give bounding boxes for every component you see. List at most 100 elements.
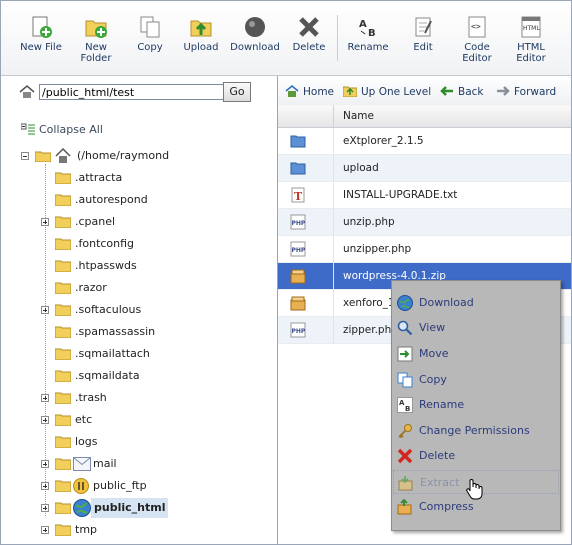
expand-toggle[interactable] bbox=[41, 416, 49, 424]
go-button[interactable]: Go bbox=[223, 82, 251, 102]
folder-icon bbox=[55, 370, 71, 382]
up-one-level-label: Up One Level bbox=[361, 86, 432, 98]
html-editor-button[interactable]: HTML HTML Editor bbox=[503, 11, 559, 71]
collapse-all-button[interactable]: Collapse All bbox=[21, 123, 103, 136]
view-icon bbox=[397, 320, 413, 336]
svg-text:B: B bbox=[405, 405, 410, 413]
menu-item-view[interactable]: View bbox=[393, 316, 559, 340]
edit-label: Edit bbox=[413, 42, 433, 53]
upload-label: Upload bbox=[183, 42, 219, 53]
open-folder-icon bbox=[35, 151, 51, 162]
row-separator bbox=[333, 290, 334, 316]
folder-icon bbox=[55, 304, 71, 316]
expand-toggle[interactable] bbox=[41, 218, 49, 226]
folder-icon bbox=[55, 414, 71, 426]
new-file-button[interactable]: New File bbox=[13, 11, 69, 71]
menu-item-label: Delete bbox=[419, 449, 456, 462]
mail-icon bbox=[73, 457, 91, 471]
code-editor-button[interactable]: <> Code Editor bbox=[449, 11, 505, 71]
row-separator bbox=[333, 317, 334, 343]
delete-label: Delete bbox=[292, 42, 326, 53]
expand-toggle[interactable] bbox=[41, 504, 49, 512]
tree-item-label: etc bbox=[75, 413, 93, 426]
rename-button[interactable]: AB Rename bbox=[340, 11, 396, 71]
menu-item-change-permissions[interactable]: Change Permissions bbox=[393, 419, 559, 443]
folder-icon bbox=[290, 135, 306, 148]
folder-icon bbox=[55, 194, 71, 206]
tree-item-label: .spamassassin bbox=[75, 325, 156, 338]
menu-item-download[interactable]: Download bbox=[393, 291, 559, 315]
column-separator bbox=[333, 105, 334, 127]
edit-icon bbox=[415, 17, 432, 37]
upload-button[interactable]: Upload bbox=[173, 11, 229, 71]
edit-button[interactable]: Edit bbox=[395, 11, 451, 71]
forward-button[interactable]: Forward bbox=[496, 85, 556, 98]
menu-item-copy[interactable]: Copy bbox=[393, 368, 559, 392]
menu-item-label: Change Permissions bbox=[419, 424, 530, 437]
home-nav-button[interactable]: Home bbox=[285, 85, 334, 98]
file-row[interactable]: PHP unzipper.php bbox=[278, 236, 571, 263]
up-one-level-button[interactable]: Up One Level bbox=[343, 85, 431, 98]
tree-item-label: public_ftp bbox=[93, 479, 147, 492]
directory-tree-panel: Go Collapse All (/home/raymond .attracta… bbox=[1, 76, 278, 544]
delete-button[interactable]: Delete bbox=[281, 11, 337, 71]
tree-item-label: .sqmaildata bbox=[75, 369, 140, 382]
expand-toggle[interactable] bbox=[41, 460, 49, 468]
back-arrow-icon bbox=[440, 86, 453, 96]
download-button[interactable]: Download bbox=[227, 11, 283, 71]
row-separator bbox=[333, 236, 334, 262]
expand-toggle[interactable] bbox=[41, 306, 49, 314]
svg-text:PHP: PHP bbox=[292, 328, 306, 335]
hand-cursor-icon bbox=[466, 479, 483, 500]
menu-item-delete[interactable]: Delete bbox=[393, 444, 559, 468]
expand-toggle[interactable] bbox=[41, 394, 49, 402]
php-file-icon: PHP bbox=[290, 322, 306, 338]
row-separator bbox=[333, 182, 334, 208]
menu-item-label: Rename bbox=[419, 398, 465, 411]
new-folder-button[interactable]: New Folder bbox=[68, 11, 124, 71]
forward-label: Forward bbox=[514, 86, 557, 98]
tree-item-label: .sqmailattach bbox=[75, 347, 150, 360]
folder-icon bbox=[55, 392, 71, 404]
file-row[interactable]: eXtplorer_2.1.5 bbox=[278, 128, 571, 155]
folder-icon bbox=[55, 480, 71, 492]
code-editor-label-2: Editor bbox=[462, 53, 492, 64]
row-separator bbox=[333, 155, 334, 181]
tree-item-label: .softaculous bbox=[75, 303, 142, 316]
tree-item-label: .cpanel bbox=[75, 215, 116, 228]
copy-icon bbox=[397, 372, 413, 388]
path-input[interactable] bbox=[39, 84, 231, 100]
expand-toggle[interactable] bbox=[41, 482, 49, 490]
file-name: eXtplorer_2.1.5 bbox=[343, 135, 424, 147]
archive-icon bbox=[290, 269, 306, 284]
copy-button[interactable]: Copy bbox=[122, 11, 178, 71]
name-column-header[interactable]: Name bbox=[343, 110, 374, 122]
text-file-icon: T bbox=[291, 187, 305, 203]
download-label: Download bbox=[230, 42, 280, 53]
collapse-toggle[interactable] bbox=[21, 152, 29, 160]
file-row[interactable]: PHP unzip.php bbox=[278, 209, 571, 236]
file-row[interactable]: upload bbox=[278, 155, 571, 182]
folder-icon bbox=[55, 348, 71, 360]
folder-icon bbox=[55, 436, 71, 448]
file-list-header: Name bbox=[278, 105, 571, 128]
tree-item-label: .razor bbox=[75, 281, 107, 294]
html-editor-label-1: HTML bbox=[517, 42, 545, 53]
back-button[interactable]: Back bbox=[440, 85, 484, 98]
folder-icon bbox=[55, 502, 71, 514]
tree-item-label: .trash bbox=[75, 391, 107, 404]
menu-item-label: View bbox=[419, 321, 446, 334]
collapse-all-label: Collapse All bbox=[39, 123, 103, 136]
file-manager-window: New File New Folder Copy Upload Download… bbox=[0, 0, 572, 545]
file-name: INSTALL-UPGRADE.txt bbox=[343, 189, 458, 201]
row-separator bbox=[333, 209, 334, 235]
archive-icon bbox=[290, 296, 306, 311]
tree-item-label: logs bbox=[75, 435, 98, 448]
copy-label: Copy bbox=[137, 42, 163, 53]
menu-item-move[interactable]: Move bbox=[393, 342, 559, 366]
file-row[interactable]: T INSTALL-UPGRADE.txt bbox=[278, 182, 571, 209]
expand-toggle[interactable] bbox=[41, 526, 49, 534]
back-label: Back bbox=[458, 86, 484, 98]
menu-item-rename[interactable]: AB Rename bbox=[393, 393, 559, 417]
compress-icon bbox=[397, 499, 412, 515]
